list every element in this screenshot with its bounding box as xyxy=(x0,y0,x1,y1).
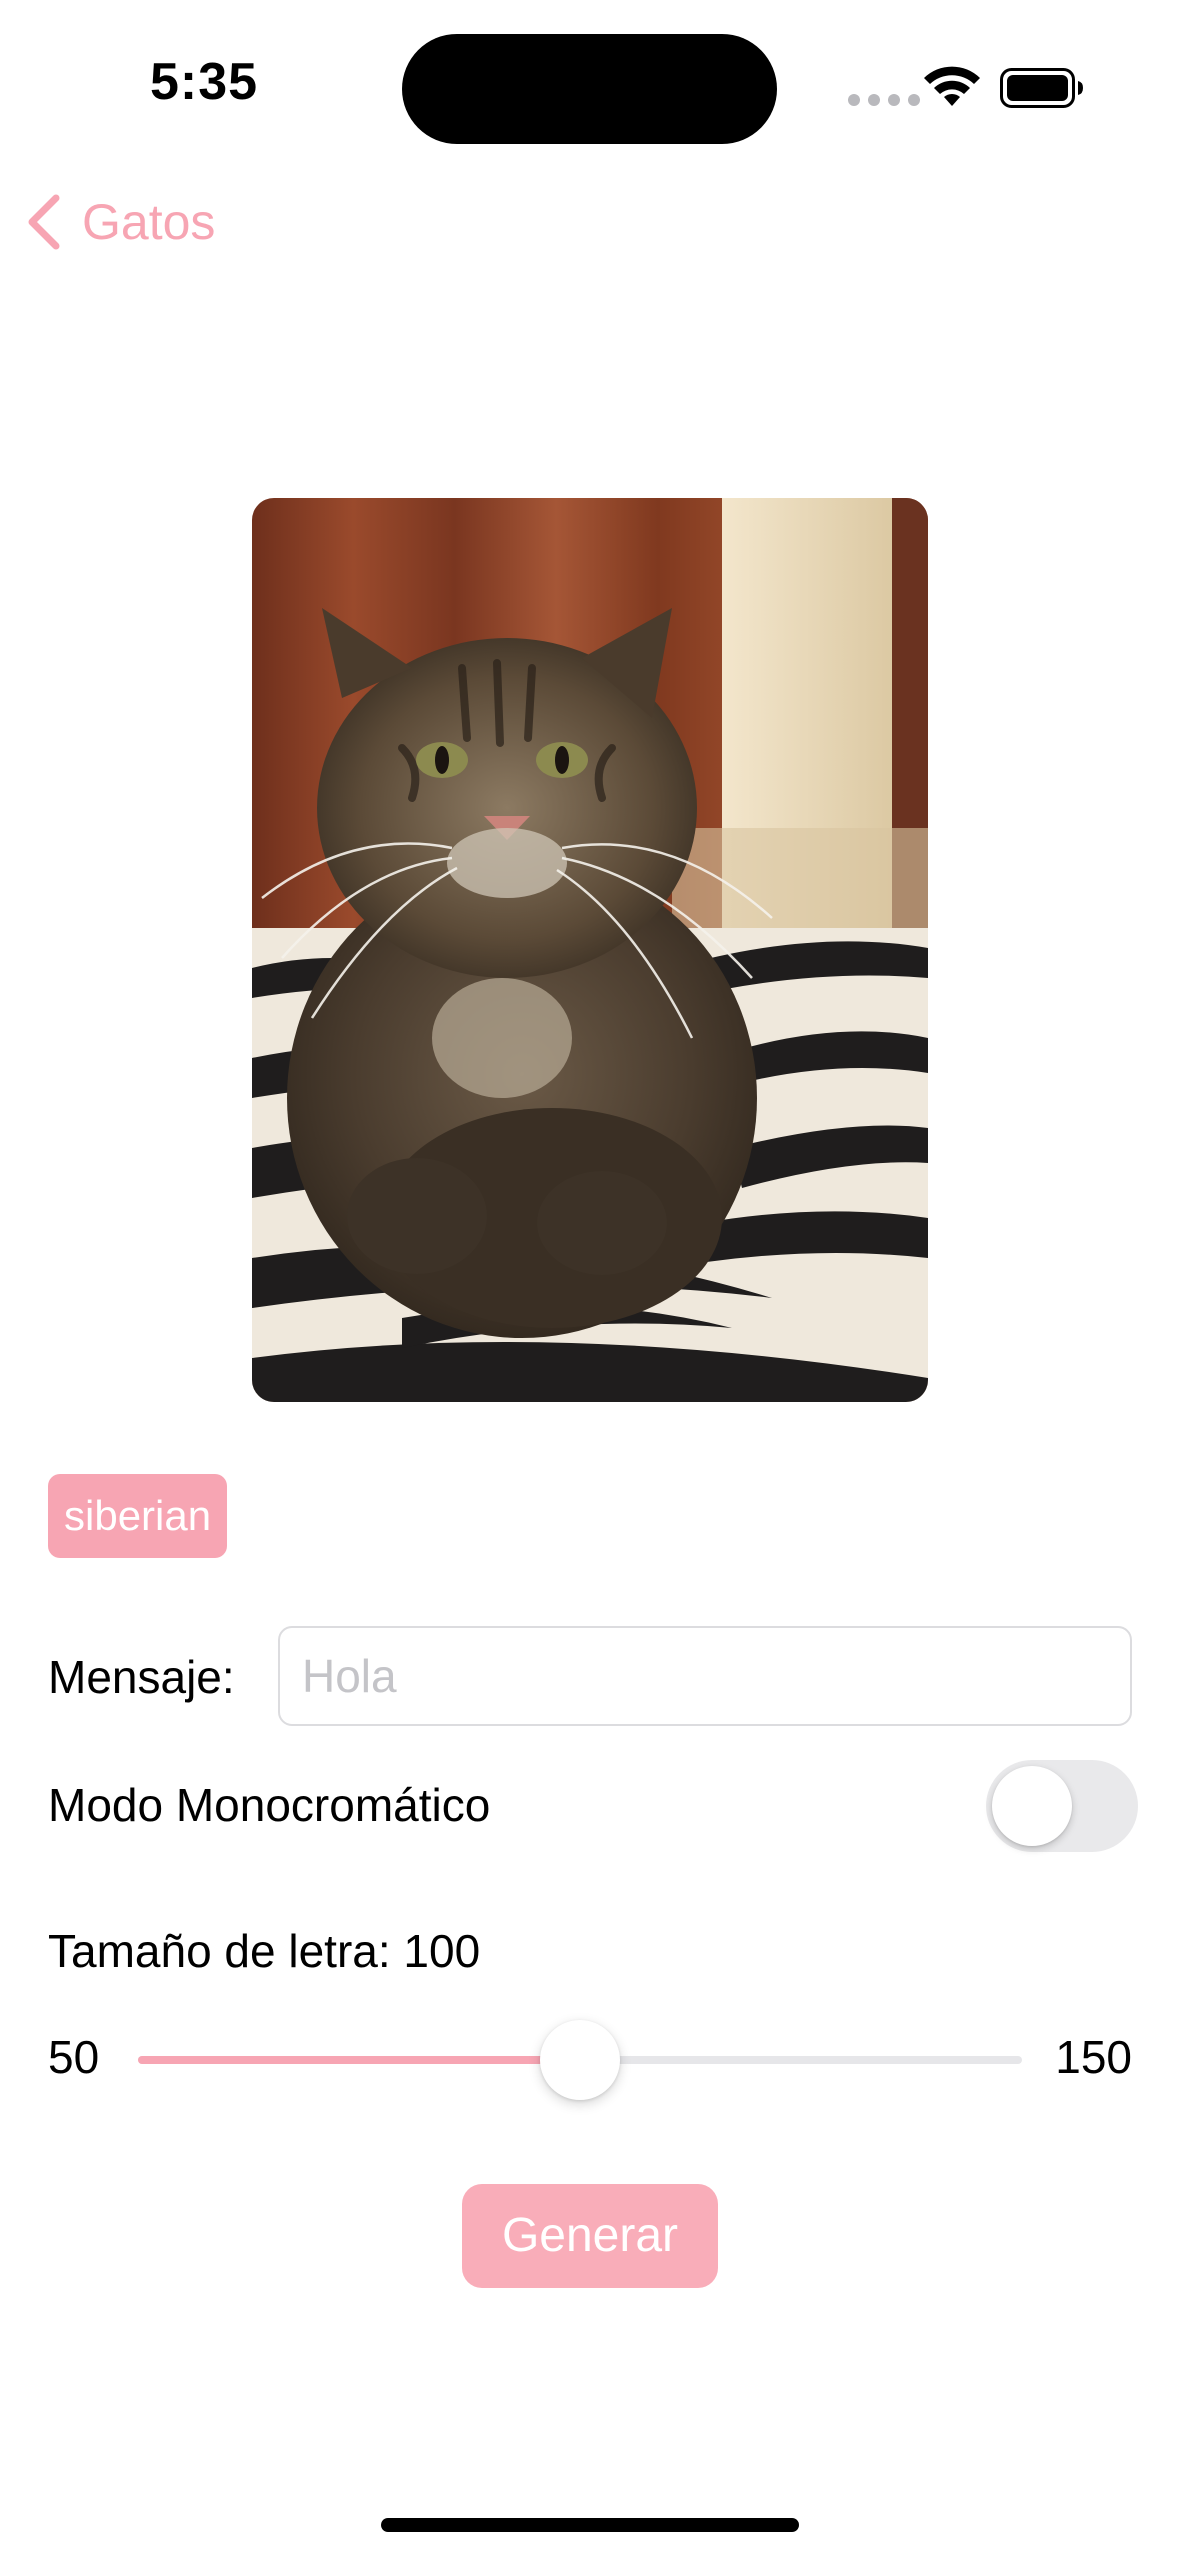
battery-icon xyxy=(1000,68,1083,108)
back-button-label: Gatos xyxy=(82,194,216,250)
back-button[interactable]: Gatos xyxy=(22,192,215,252)
message-label: Mensaje: xyxy=(48,1651,235,1703)
generate-button[interactable]: Generar xyxy=(462,2184,718,2288)
wifi-icon xyxy=(924,66,980,106)
font-size-slider[interactable] xyxy=(138,2020,1022,2100)
monochrome-label: Modo Monocromático xyxy=(48,1779,491,1831)
font-size-label: Tamaño de letra: 100 xyxy=(48,1925,481,1977)
dynamic-island xyxy=(402,34,777,144)
status-time: 5:35 xyxy=(150,53,259,111)
toggle-knob xyxy=(992,1766,1072,1846)
slider-thumb[interactable] xyxy=(540,2020,620,2100)
cat-photo xyxy=(252,498,928,1402)
slider-min-label: 50 xyxy=(48,2031,100,2083)
slider-fill xyxy=(138,2056,580,2064)
monochrome-toggle[interactable] xyxy=(986,1760,1138,1852)
chevron-left-icon xyxy=(28,194,60,250)
home-indicator xyxy=(381,2518,799,2532)
slider-max-label: 150 xyxy=(1055,2031,1132,2083)
breed-tag: siberian xyxy=(48,1474,228,1558)
cellular-signal-icon xyxy=(848,94,920,106)
message-input[interactable] xyxy=(278,1626,1132,1726)
